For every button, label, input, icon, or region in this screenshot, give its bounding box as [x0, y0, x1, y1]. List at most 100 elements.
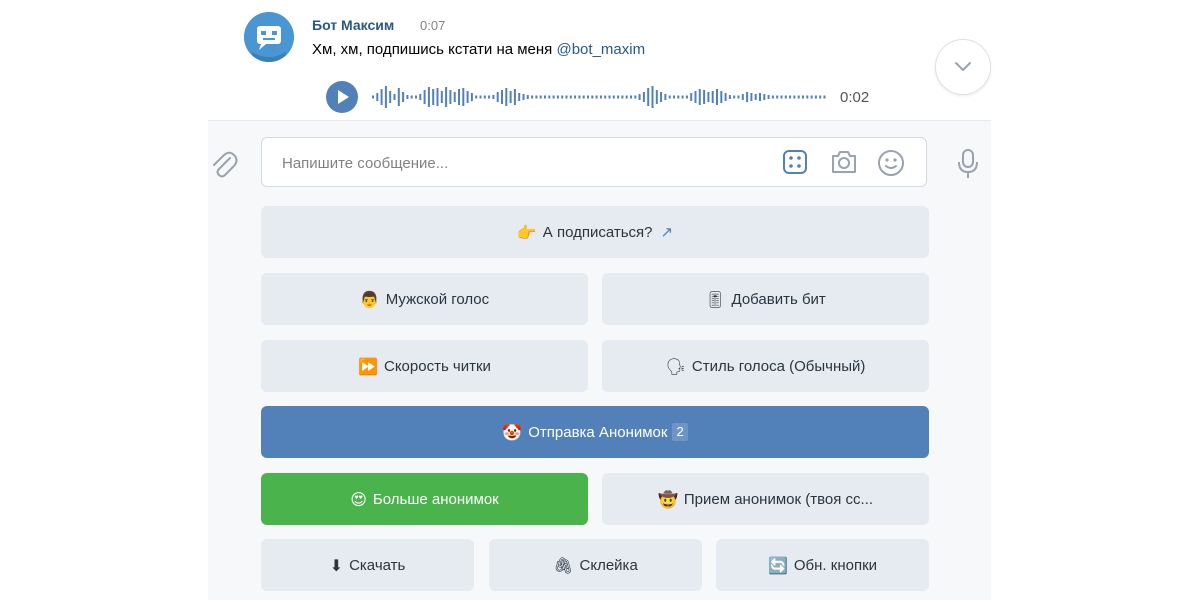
waveform-bar: [591, 95, 594, 99]
waveform-bar: [574, 95, 577, 99]
waveform-bar: [776, 95, 779, 99]
waveform-bar: [685, 95, 688, 99]
waveform-bar: [501, 90, 503, 104]
speaking-head-icon: 🗣: [665, 356, 686, 376]
waveform-bar: [548, 95, 551, 99]
waveform-bar: [406, 95, 409, 99]
waveform-bar: [711, 91, 714, 103]
waveform-bar: [741, 94, 744, 100]
waveform-bar: [810, 95, 813, 99]
waveform-bar: [797, 95, 800, 99]
paperclip-icon[interactable]: [208, 148, 238, 182]
waveform-bar: [470, 93, 473, 101]
message-time[interactable]: 0:07: [420, 18, 445, 33]
waveform-bar: [608, 95, 611, 99]
waveform-bar: [771, 95, 774, 99]
waveform-bar: [453, 92, 456, 102]
waveform-bar: [780, 95, 783, 99]
more-anon-button[interactable]: 😍 Больше анонимок: [261, 473, 588, 525]
waveform-bar: [509, 91, 512, 103]
waveform-bar: [479, 95, 482, 99]
waveform-bar: [582, 95, 585, 99]
waveform-bar: [621, 95, 624, 99]
heart-eyes-icon: 😍: [350, 489, 367, 509]
scroll-down-button[interactable]: [935, 39, 991, 95]
waveform-bar: [746, 92, 749, 102]
waveform-bar: [372, 95, 374, 99]
waveform-bar: [690, 93, 693, 101]
waveform-bar: [556, 95, 559, 99]
waveform-bar: [750, 93, 753, 101]
beat-slider-icon: 🎚: [705, 289, 726, 309]
waveform-bar: [694, 91, 697, 103]
receive-anon-button[interactable]: 🤠 Прием анонимок (твоя сс...: [602, 473, 929, 525]
waveform-bar: [638, 94, 641, 100]
read-speed-button[interactable]: ⏩ Скорость читки: [261, 340, 588, 392]
waveform-bar: [784, 95, 787, 99]
waveform-bar: [599, 95, 602, 99]
waveform-bar: [724, 93, 727, 101]
waveform-bar: [664, 94, 667, 100]
male-voice-label: Мужской голос: [385, 290, 490, 308]
voice-duration: 0:02: [840, 89, 870, 106]
waveform-bar: [737, 95, 740, 99]
waveform-bar: [733, 95, 736, 99]
waveform-bar: [673, 95, 675, 99]
waveform-bar: [793, 95, 796, 99]
message-input[interactable]: [280, 138, 764, 188]
download-button[interactable]: ⬇ Скачать: [261, 539, 474, 591]
mention-link[interactable]: @bot_maxim: [556, 41, 645, 58]
fast-forward-icon: ⏩: [358, 356, 378, 376]
subscribe-button[interactable]: 👉 А подписаться? ↗: [261, 206, 929, 258]
waveform-bar: [754, 94, 757, 100]
refresh-buttons-button[interactable]: 🔄 Обн. кнопки: [716, 539, 929, 591]
voice-style-label: Стиль голоса (Обычный): [691, 357, 866, 375]
waveform-bar: [625, 95, 628, 99]
glue-label: Склейка: [579, 556, 638, 574]
microphone-icon[interactable]: [957, 148, 979, 180]
male-voice-button[interactable]: 👨 Мужской голос: [261, 273, 588, 325]
message-input-box[interactable]: [261, 137, 927, 188]
waveform-bar: [462, 88, 465, 106]
camera-icon[interactable]: [830, 149, 858, 175]
waveform-bar: [466, 91, 469, 103]
waveform-bar: [587, 95, 589, 99]
subscribe-label: А подписаться?: [542, 223, 653, 241]
add-beat-label: Добавить бит: [731, 290, 826, 308]
voice-style-button[interactable]: 🗣 Стиль голоса (Обычный): [602, 340, 929, 392]
keyboard-icon[interactable]: [783, 150, 807, 174]
voice-play-button[interactable]: [326, 81, 358, 113]
waveform-bar: [634, 95, 637, 99]
waveform-bar: [539, 95, 542, 99]
waveform-bar: [728, 95, 731, 99]
waveform-bar: [819, 95, 822, 99]
waveform-bar: [642, 92, 645, 102]
waveform-bar: [415, 95, 417, 99]
chevron-down-icon: [955, 62, 971, 71]
waveform-bar: [759, 93, 761, 101]
external-link-icon: ↗: [660, 224, 674, 241]
waveform-bar: [561, 95, 564, 99]
waveform-bar: [449, 90, 452, 104]
glue-button[interactable]: 🖇 Склейка: [489, 539, 702, 591]
voice-waveform[interactable]: [370, 84, 830, 110]
waveform-bar: [720, 91, 723, 103]
bot-avatar-icon[interactable]: [244, 12, 294, 62]
waveform-bar: [617, 95, 620, 99]
waveform-bar: [630, 95, 632, 99]
send-anon-button[interactable]: 🤡 Отправка Анонимок 2: [261, 406, 929, 458]
message-author[interactable]: Бот Максим: [312, 17, 394, 33]
refresh-icon: 🔄: [767, 555, 788, 575]
waveform-bar: [380, 89, 383, 105]
waveform-bar: [535, 95, 538, 99]
waveform-bar: [488, 95, 491, 99]
waveform-bar: [789, 95, 792, 99]
waveform-bar: [544, 95, 546, 99]
smile-icon[interactable]: [877, 149, 905, 177]
waveform-bar: [655, 90, 658, 104]
waveform-bar: [440, 91, 443, 103]
waveform-bar: [389, 91, 392, 103]
waveform-bar: [445, 87, 448, 107]
add-beat-button[interactable]: 🎚 Добавить бит: [602, 273, 929, 325]
waveform-bar: [526, 95, 529, 99]
